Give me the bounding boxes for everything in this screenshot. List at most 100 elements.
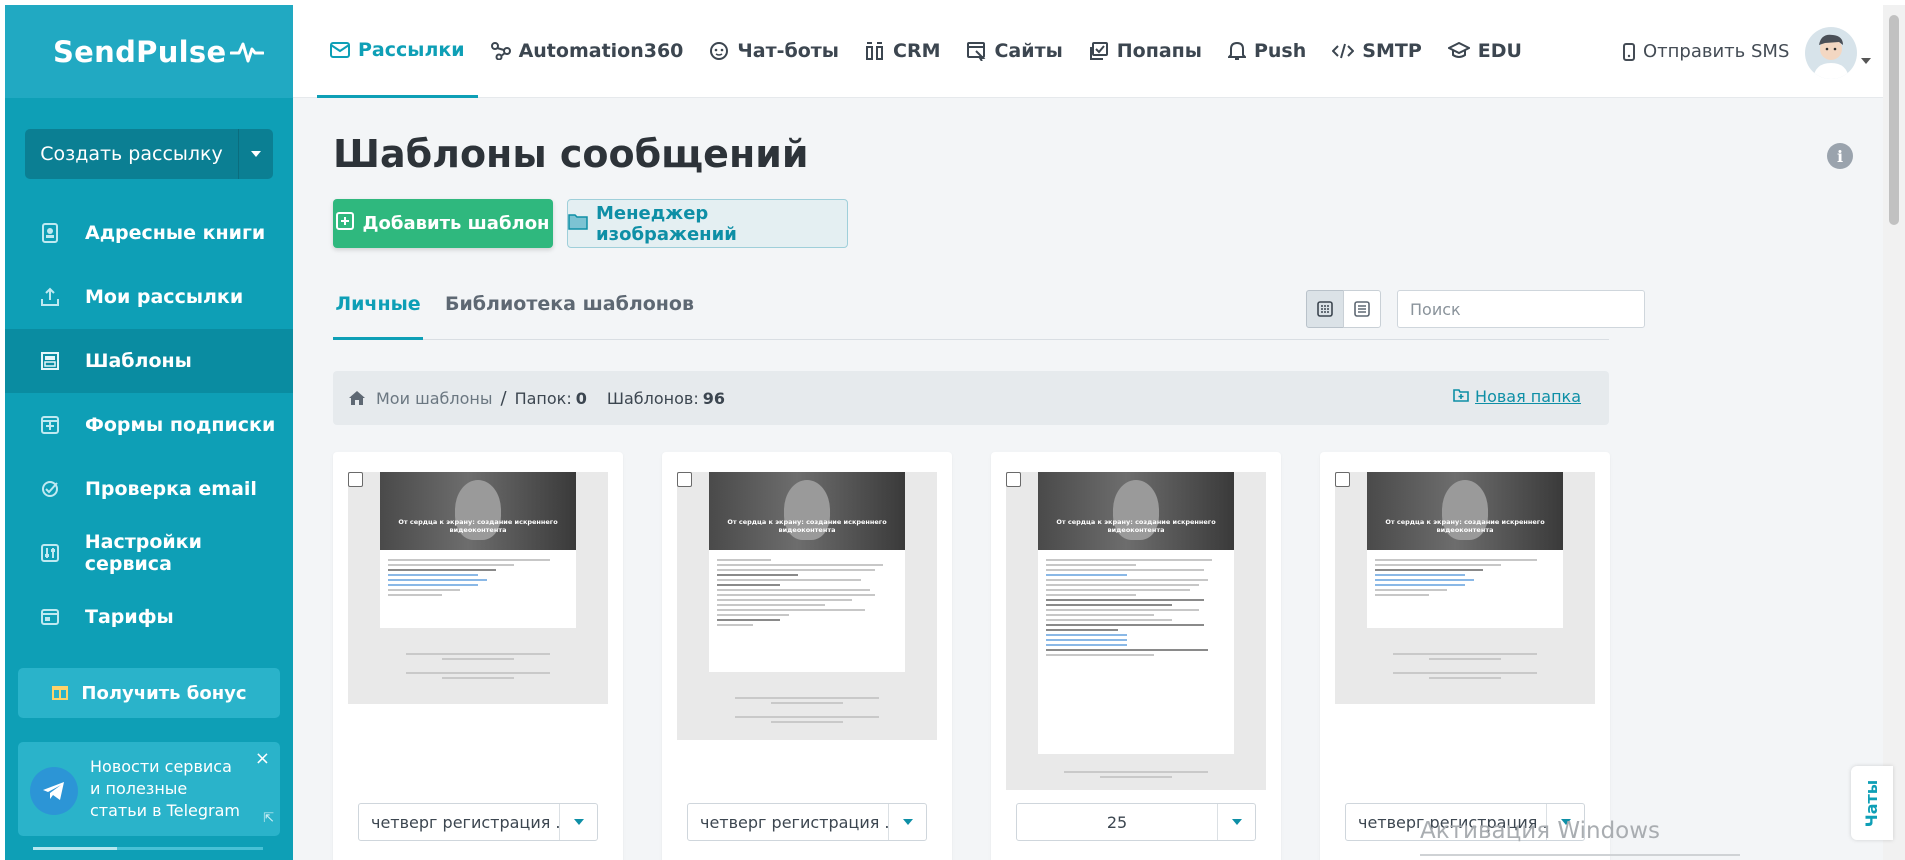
topnav-item-sites[interactable]: Сайты xyxy=(953,5,1075,98)
template-checkbox[interactable] xyxy=(348,472,363,487)
grid-icon xyxy=(1317,301,1333,317)
sites-icon xyxy=(966,41,986,61)
topnav-item-campaigns[interactable]: Рассылки xyxy=(317,5,478,98)
sidebar-item-label: Адресные книги xyxy=(85,222,266,244)
account-menu-caret[interactable] xyxy=(1861,49,1871,68)
grid-view-button[interactable] xyxy=(1306,290,1344,328)
get-bonus-button[interactable]: Получить бонус xyxy=(18,668,280,718)
windows-activation-watermark: Активация Windows xyxy=(1420,818,1661,844)
templates-icon xyxy=(39,350,61,372)
topnav-label: CRM xyxy=(893,40,941,62)
topnav-item-automation[interactable]: Automation360 xyxy=(478,5,697,98)
chevron-down-icon[interactable] xyxy=(559,804,597,840)
sidebar-scroll-thumb[interactable] xyxy=(33,847,117,850)
telegram-promo[interactable]: Новости сервиса и полезные статьи в Tele… xyxy=(18,742,280,836)
topnav-item-smtp[interactable]: SMTP xyxy=(1319,5,1434,98)
template-actions-select[interactable]: четверг регистрация ... xyxy=(358,803,598,841)
close-icon[interactable]: × xyxy=(255,748,270,770)
sidebar-item-forms[interactable]: Формы подписки xyxy=(5,393,293,457)
sidebar-item-pricing[interactable]: Тарифы xyxy=(5,585,293,649)
bell-icon xyxy=(1227,41,1246,61)
create-campaign-dropdown[interactable] xyxy=(239,129,273,179)
caret-down-icon xyxy=(1861,58,1871,64)
collapse-icon[interactable]: ⇱ xyxy=(263,808,274,830)
email-preview: От сердца к экрану: создание искреннего … xyxy=(1038,472,1234,754)
windows-activation-subtext xyxy=(1420,850,1740,860)
sidebar-item-templates[interactable]: Шаблоны xyxy=(5,329,293,393)
template-actions-select[interactable]: 25 xyxy=(1016,803,1256,841)
pricing-icon xyxy=(39,606,61,628)
campaigns-icon xyxy=(39,286,61,308)
chats-tab[interactable]: Чаты xyxy=(1851,766,1893,840)
main-content: Шаблоны сообщений i Добавить шаблон Мене… xyxy=(293,98,1883,860)
list-view-button[interactable] xyxy=(1343,290,1381,328)
mail-icon xyxy=(330,41,350,58)
template-preview[interactable]: От сердца к экрану: создание искреннего … xyxy=(348,472,608,704)
template-card[interactable]: От сердца к экрану: создание искреннего … xyxy=(991,452,1281,860)
gift-icon xyxy=(51,682,69,705)
image-manager-label: Менеджер изображений xyxy=(596,202,737,245)
brand-name: SendPulse xyxy=(53,34,227,69)
phone-icon xyxy=(1623,42,1635,61)
template-preview[interactable]: От сердца к экрану: создание искреннего … xyxy=(1335,472,1595,704)
send-sms-link[interactable]: Отправить SMS xyxy=(1623,5,1789,98)
template-checkbox[interactable] xyxy=(1335,472,1350,487)
template-card[interactable]: От сердца к экрану: создание искреннего … xyxy=(1320,452,1610,860)
template-select-value: четверг регистрация ... xyxy=(371,812,559,832)
sidebar-item-campaigns[interactable]: Мои рассылки xyxy=(5,265,293,329)
new-folder-link[interactable]: Новая папка xyxy=(1453,387,1581,406)
page-scrollbar[interactable] xyxy=(1883,5,1905,860)
email-check-icon xyxy=(39,478,61,500)
sidebar-nav: Адресные книги Мои рассылки Шаблоны Форм… xyxy=(5,201,293,649)
chevron-down-icon[interactable] xyxy=(1217,804,1255,840)
telegram-icon xyxy=(30,767,78,815)
add-template-button[interactable]: Добавить шаблон xyxy=(333,199,553,248)
sidebar-scrollbar[interactable] xyxy=(33,847,263,850)
breadcrumb-root-link[interactable]: Мои шаблоны xyxy=(376,389,493,408)
template-card[interactable]: От сердца к экрану: создание искреннего … xyxy=(333,452,623,860)
pulse-icon xyxy=(230,42,265,62)
preview-hero-image: От сердца к экрану: создание искреннего … xyxy=(380,472,576,550)
create-campaign-button[interactable]: Создать рассылку xyxy=(25,129,239,179)
template-actions-select[interactable]: четверг регистрация ... xyxy=(687,803,927,841)
info-icon[interactable]: i xyxy=(1827,143,1853,169)
preview-hero-image: От сердца к экрану: создание искреннего … xyxy=(1367,472,1563,550)
sidebar-item-address-books[interactable]: Адресные книги xyxy=(5,201,293,265)
topnav-label: Automation360 xyxy=(518,40,684,62)
address-book-icon xyxy=(39,222,61,244)
email-preview: От сердца к экрану: создание искреннего … xyxy=(380,472,576,628)
topnav-label: SMTP xyxy=(1362,40,1422,62)
page-scroll-thumb[interactable] xyxy=(1889,15,1899,225)
search-input[interactable] xyxy=(1397,290,1645,328)
sidebar-item-settings[interactable]: Настройки сервиса xyxy=(5,521,293,585)
brand-logo[interactable]: SendPulse xyxy=(5,5,293,98)
page-title: Шаблоны сообщений xyxy=(333,132,809,176)
sidebar-item-label: Настройки сервиса xyxy=(84,531,202,575)
template-card[interactable]: От сердца к экрану: создание искреннего … xyxy=(662,452,952,860)
topnav-item-popups[interactable]: Попапы xyxy=(1076,5,1215,98)
preview-hero-image: От сердца к экрану: создание искреннего … xyxy=(709,472,905,550)
image-manager-button[interactable]: Менеджер изображений xyxy=(567,199,848,248)
topnav-item-push[interactable]: Push xyxy=(1215,5,1319,98)
template-checkbox[interactable] xyxy=(1006,472,1021,487)
topnav-item-chatbots[interactable]: Чат-боты xyxy=(696,5,852,98)
tab-template-library[interactable]: Библиотека шаблонов xyxy=(445,284,694,340)
preview-title: От сердца к экрану: создание искреннего … xyxy=(1056,518,1216,534)
home-icon[interactable] xyxy=(348,390,366,406)
forms-icon xyxy=(39,414,61,436)
topnav-item-edu[interactable]: EDU xyxy=(1435,5,1535,98)
get-bonus-label: Получить бонус xyxy=(81,682,247,704)
automation-icon xyxy=(490,42,511,60)
template-select-value: 25 xyxy=(1106,812,1128,832)
chevron-down-icon[interactable] xyxy=(888,804,926,840)
avatar[interactable] xyxy=(1805,27,1857,79)
template-preview[interactable]: От сердца к экрану: создание искреннего … xyxy=(1006,472,1266,790)
sidebar-item-email-check[interactable]: Проверка email xyxy=(5,457,293,521)
topnav-label: Рассылки xyxy=(358,38,465,61)
tab-personal[interactable]: Личные xyxy=(333,284,423,340)
topnav-item-crm[interactable]: CRM xyxy=(852,5,953,98)
template-preview[interactable]: От сердца к экрану: создание искреннего … xyxy=(677,472,937,740)
template-checkbox[interactable] xyxy=(677,472,692,487)
preview-title: От сердца к экрану: создание искреннего … xyxy=(398,518,558,534)
chats-tab-label: Чаты xyxy=(1862,779,1882,827)
